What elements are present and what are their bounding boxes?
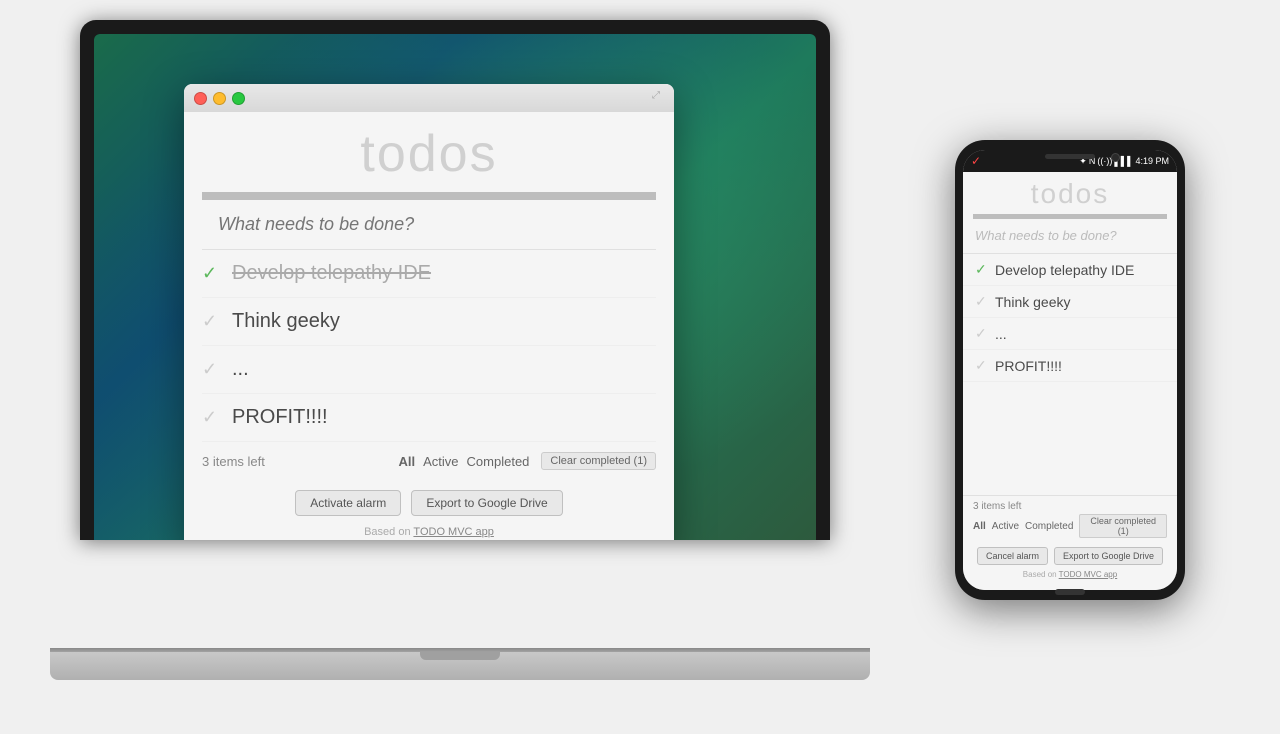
phone-todo-items: ✓ Develop telepathy IDE ✓ Think geeky ✓ … — [963, 254, 1177, 495]
window-titlebar: ⤢ — [184, 84, 674, 112]
signal-icon: ▌▌▌ — [1114, 156, 1133, 166]
phone-todo-mvc-link[interactable]: TODO MVC app — [1059, 570, 1118, 579]
phone-check-icon-3[interactable]: ✓ — [975, 325, 995, 342]
window-credit: Based on TODO MVC app — [184, 526, 674, 540]
todo-footer: 3 items left All Active Completed Clear … — [202, 442, 656, 480]
activate-alarm-button[interactable]: Activate alarm — [295, 490, 401, 516]
phone-todo-text-1: Develop telepathy IDE — [995, 262, 1134, 278]
filter-all[interactable]: All — [399, 454, 416, 469]
app-title: todos — [184, 112, 674, 192]
items-count: 3 items left — [202, 454, 387, 469]
phone-filter-all[interactable]: All — [973, 521, 986, 532]
phone-input-placeholder: What needs to be done? — [975, 228, 1117, 243]
wifi-icon: ((·)) — [1097, 156, 1112, 166]
todo-text-4: PROFIT!!!! — [232, 406, 328, 429]
laptop: ⤢ todos ✓ — [50, 20, 870, 680]
phone-app-title: todos — [963, 172, 1177, 214]
todo-text-3: ... — [232, 358, 249, 381]
todo-item[interactable]: ✓ ... — [202, 346, 656, 394]
phone-home-button[interactable] — [1055, 589, 1085, 595]
phone-todo-item[interactable]: ✓ ... — [963, 318, 1177, 350]
phone-todo-item[interactable]: ✓ Develop telepathy IDE — [963, 254, 1177, 286]
phone-clear-completed-button[interactable]: Clear completed (1) — [1079, 514, 1167, 538]
export-google-drive-button[interactable]: Export to Google Drive — [411, 490, 562, 516]
todo-mvc-link[interactable]: TODO MVC app — [413, 526, 494, 538]
phone-items-count: 3 items left — [973, 501, 1021, 512]
check-icon-3[interactable]: ✓ — [202, 359, 232, 380]
progress-bar — [202, 192, 656, 200]
todo-input[interactable] — [202, 200, 656, 249]
check-icon-2[interactable]: ✓ — [202, 311, 232, 332]
todo-input-area[interactable] — [202, 200, 656, 250]
phone-filter-completed[interactable]: Completed — [1025, 521, 1073, 532]
todo-item[interactable]: ✓ Develop telepathy IDE — [202, 250, 656, 298]
time-display: 4:19 PM — [1135, 156, 1169, 166]
minimize-button[interactable] — [213, 92, 226, 105]
todo-text-2: Think geeky — [232, 310, 340, 333]
check-icon-4[interactable]: ✓ — [202, 407, 232, 428]
phone-filter-active[interactable]: Active — [992, 521, 1019, 532]
nfc-icon: N — [1089, 156, 1096, 166]
laptop-wallpaper: ⤢ todos ✓ — [94, 34, 816, 540]
phone-actions: Cancel alarm Export to Google Drive — [973, 542, 1167, 570]
phone-footer: 3 items left All Active Completed Clear … — [963, 495, 1177, 590]
phone-todo-text-4: PROFIT!!!! — [995, 358, 1062, 374]
laptop-screen-outer: ⤢ todos ✓ — [80, 20, 830, 540]
laptop-screen-bezel: ⤢ todos ✓ — [94, 34, 816, 540]
filter-completed[interactable]: Completed — [467, 454, 530, 469]
phone-credit: Based on TODO MVC app — [973, 570, 1167, 585]
expand-icon[interactable]: ⤢ — [652, 90, 666, 104]
window-actions: Activate alarm Export to Google Drive — [184, 480, 674, 526]
filter-group: All Active Completed — [399, 454, 530, 469]
phone-todo-text-2: Think geeky — [995, 294, 1070, 310]
phone-todo-item[interactable]: ✓ PROFIT!!!! — [963, 350, 1177, 382]
todo-item[interactable]: ✓ Think geeky — [202, 298, 656, 346]
maximize-button[interactable] — [232, 92, 245, 105]
phone: ✓ ✦ N ((·)) ▌▌▌ 4:19 PM todos What needs… — [955, 140, 1185, 600]
phone-todo-item[interactable]: ✓ Think geeky — [963, 286, 1177, 318]
phone-status-right: ✦ N ((·)) ▌▌▌ 4:19 PM — [1079, 156, 1169, 167]
close-button[interactable] — [194, 92, 207, 105]
credit-text: Based on — [364, 526, 413, 538]
phone-check-icon-2[interactable]: ✓ — [975, 293, 995, 310]
clear-completed-button[interactable]: Clear completed (1) — [541, 452, 656, 470]
phone-check-icon-1[interactable]: ✓ — [975, 261, 995, 278]
scene: ⤢ todos ✓ — [0, 0, 1280, 734]
phone-export-button[interactable]: Export to Google Drive — [1054, 547, 1163, 565]
bluetooth-icon: ✦ — [1079, 156, 1087, 167]
todo-item[interactable]: ✓ PROFIT!!!! — [202, 394, 656, 442]
filter-active[interactable]: Active — [423, 454, 458, 469]
laptop-base — [50, 652, 870, 680]
phone-todo-text-3: ... — [995, 326, 1007, 342]
todo-text-1: Develop telepathy IDE — [232, 262, 431, 285]
todo-items-list: ✓ Develop telepathy IDE ✓ Think geeky ✓ … — [202, 250, 656, 442]
phone-status-indicator: ✓ — [971, 154, 981, 168]
phone-status-bar: ✓ ✦ N ((·)) ▌▌▌ 4:19 PM — [963, 150, 1177, 172]
phone-cancel-alarm-button[interactable]: Cancel alarm — [977, 547, 1048, 565]
phone-screen: ✓ ✦ N ((·)) ▌▌▌ 4:19 PM todos What needs… — [963, 150, 1177, 590]
phone-check-icon-4[interactable]: ✓ — [975, 357, 995, 374]
check-icon-1[interactable]: ✓ — [202, 263, 232, 284]
todo-window: ⤢ todos ✓ — [184, 84, 674, 540]
phone-input-area[interactable]: What needs to be done? — [963, 219, 1177, 254]
